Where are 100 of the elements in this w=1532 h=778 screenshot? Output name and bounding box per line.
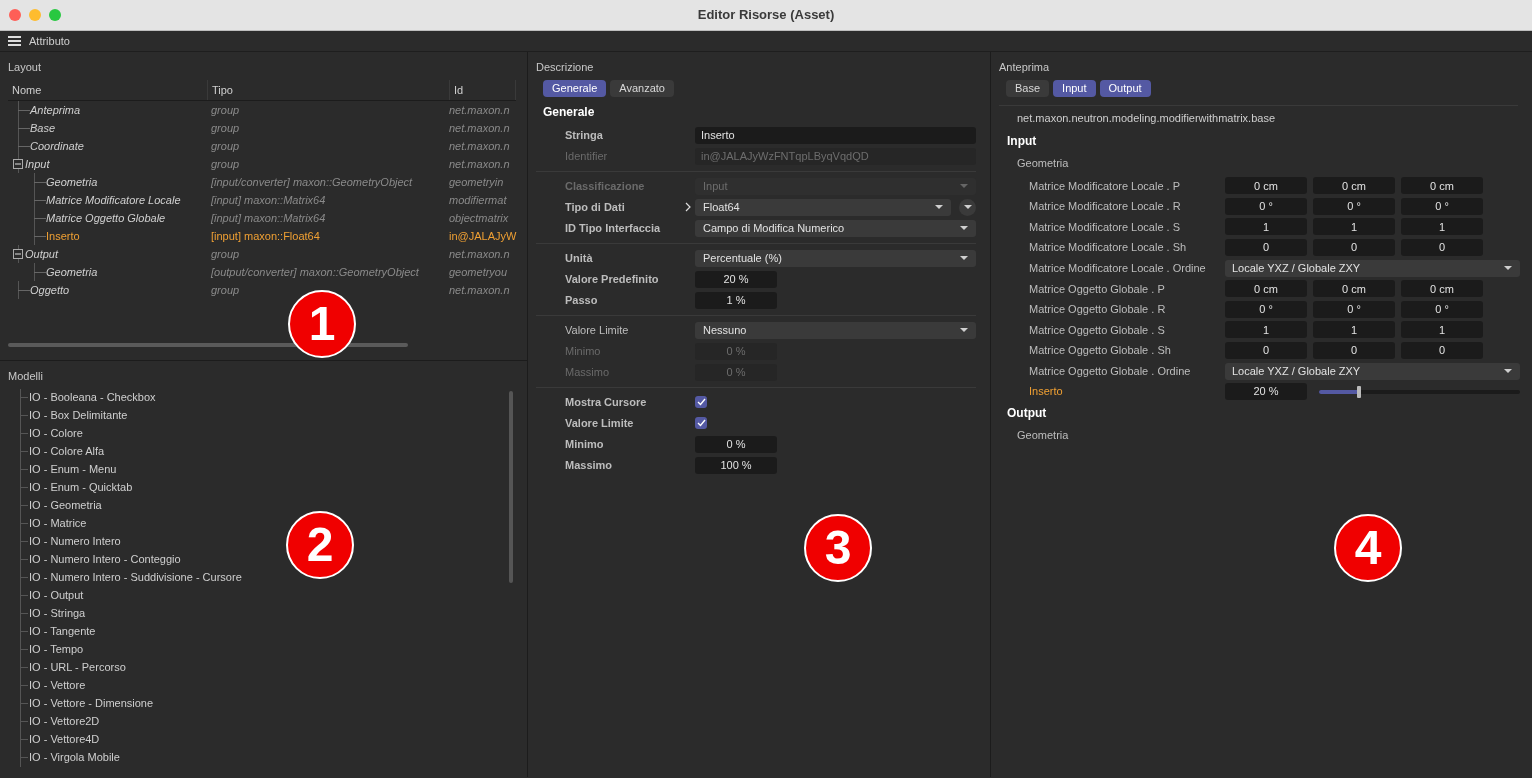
id-cell-text: geometryou bbox=[448, 264, 509, 280]
number-field[interactable]: 0 cm bbox=[1313, 280, 1395, 298]
number-field[interactable]: 0 ° bbox=[1313, 300, 1395, 318]
number-field[interactable]: 0 ° bbox=[1401, 300, 1483, 318]
checkbox[interactable] bbox=[695, 396, 707, 408]
tab[interactable]: Base bbox=[1006, 79, 1050, 97]
collapse-icon[interactable] bbox=[13, 159, 23, 169]
column-header[interactable]: Nome bbox=[8, 79, 208, 100]
field-label: Valore Predefinito bbox=[565, 271, 659, 287]
type-cell-text: [input] maxon::Matrix64 bbox=[210, 192, 327, 208]
tree-item-name[interactable]: Anteprima bbox=[30, 101, 81, 119]
number-field[interactable]: 1 bbox=[1225, 321, 1307, 339]
tree-item-name[interactable]: Inserto bbox=[46, 227, 80, 245]
field-label: Massimo bbox=[565, 457, 613, 473]
id-cell-text: geometryin bbox=[448, 174, 505, 190]
group-label: Geometria bbox=[1017, 157, 1069, 169]
tree-item-name[interactable]: Geometria bbox=[46, 263, 98, 281]
menu-icon[interactable] bbox=[8, 35, 21, 47]
tab[interactable]: Generale bbox=[543, 79, 607, 97]
number-field[interactable]: 1 bbox=[1401, 218, 1483, 236]
number-field[interactable]: 20 % bbox=[695, 270, 777, 288]
menu-button[interactable] bbox=[959, 198, 976, 216]
number-field[interactable]: 1 bbox=[1313, 218, 1395, 236]
menu-label[interactable]: Attributo bbox=[29, 32, 70, 50]
checkbox[interactable] bbox=[695, 417, 707, 429]
tree-item-name[interactable]: Matrice Oggetto Globale bbox=[46, 209, 166, 227]
number-field[interactable]: 0 cm bbox=[1401, 177, 1483, 195]
text-field[interactable]: Inserto bbox=[695, 126, 976, 144]
number-field[interactable]: 0 cm bbox=[1401, 280, 1483, 298]
type-cell-text: [input] maxon::Matrix64 bbox=[210, 210, 327, 226]
number-field[interactable]: 0 cm bbox=[1313, 177, 1395, 195]
caret-icon bbox=[1504, 369, 1512, 374]
column-header[interactable]: Id bbox=[450, 79, 516, 100]
field-label: Minimo bbox=[565, 343, 601, 359]
field-label: Classificazione bbox=[565, 178, 645, 194]
selected-row[interactable]: Inserto [input] maxon::Float64 in@JALAJyW bbox=[8, 227, 516, 245]
slider-thumb[interactable] bbox=[1357, 385, 1362, 398]
number-field[interactable]: 0 % bbox=[695, 435, 777, 453]
tree-item-name[interactable]: Output bbox=[25, 245, 59, 263]
field-label: Matrice Oggetto Globale . S bbox=[1029, 322, 1166, 338]
type-cell-text: group bbox=[210, 138, 241, 154]
field-label: Stringa bbox=[565, 127, 603, 143]
callout-marker: 1 bbox=[288, 290, 356, 358]
callout-marker: 4 bbox=[1334, 514, 1402, 582]
id-cell-text: modifiermat bbox=[448, 192, 508, 208]
number-field[interactable]: 0 ° bbox=[1401, 197, 1483, 215]
type-cell-text: [output/converter] maxon::GeometryObject bbox=[210, 264, 420, 280]
number-field[interactable]: 0 cm bbox=[1225, 177, 1307, 195]
field-label: Inserto bbox=[1029, 384, 1064, 400]
field-label: Matrice Oggetto Globale . Sh bbox=[1029, 343, 1172, 359]
number-field[interactable]: 1 bbox=[1313, 321, 1395, 339]
field-label: Tipo di Dati bbox=[565, 199, 625, 215]
number-field[interactable]: 0 bbox=[1401, 342, 1483, 360]
tab[interactable]: Avanzato bbox=[610, 79, 674, 97]
tree-item-name[interactable]: Input bbox=[25, 155, 50, 173]
tree-item-name[interactable]: Coordinate bbox=[30, 137, 84, 155]
number-field[interactable]: 100 % bbox=[695, 456, 777, 474]
dropdown[interactable]: Locale YXZ / Globale ZXY bbox=[1225, 259, 1520, 277]
number-field[interactable]: 20 % bbox=[1225, 383, 1307, 401]
field-label: Minimo bbox=[565, 436, 604, 452]
tab[interactable]: Input bbox=[1053, 79, 1096, 97]
type-cell-text: group bbox=[210, 102, 241, 118]
scrollbar[interactable] bbox=[509, 391, 513, 583]
dropdown[interactable]: Locale YXZ / Globale ZXY bbox=[1225, 362, 1520, 380]
field-label: ID Tipo Interfaccia bbox=[565, 220, 661, 236]
field-label: Matrice Modificatore Locale . P bbox=[1029, 178, 1181, 194]
number-field[interactable]: 1 % bbox=[695, 291, 777, 309]
number-field[interactable]: 0 bbox=[1313, 239, 1395, 257]
dropdown[interactable]: Float64 bbox=[695, 198, 951, 216]
number-field[interactable]: 0 bbox=[1401, 239, 1483, 257]
number-field[interactable]: 0 ° bbox=[1225, 300, 1307, 318]
check-icon bbox=[696, 419, 706, 427]
dropdown[interactable]: Nessuno bbox=[695, 321, 976, 339]
tree-item-name[interactable]: Base bbox=[30, 119, 56, 137]
number-field[interactable]: 0 cm bbox=[1225, 280, 1307, 298]
column-header[interactable]: Tipo bbox=[208, 79, 450, 100]
tree-item-name[interactable]: Oggetto bbox=[30, 281, 70, 299]
collapse-icon[interactable] bbox=[13, 249, 23, 259]
field-label: Matrice Modificatore Locale . Sh bbox=[1029, 240, 1188, 256]
field-label: Matrice Oggetto Globale . R bbox=[1029, 302, 1167, 318]
tree-item-name[interactable]: Geometria bbox=[46, 173, 98, 191]
chevron-icon[interactable] bbox=[685, 202, 691, 212]
dropdown[interactable]: Percentuale (%) bbox=[695, 249, 976, 267]
number-field[interactable]: 0 bbox=[1225, 342, 1307, 360]
id-cell-text: net.maxon.n bbox=[448, 282, 511, 298]
check-icon bbox=[696, 398, 706, 406]
field-label: Mostra Cursore bbox=[565, 394, 647, 410]
field-label: Identifier bbox=[565, 148, 608, 164]
number-field[interactable]: 0 bbox=[1225, 239, 1307, 257]
number-field[interactable]: 1 bbox=[1401, 321, 1483, 339]
id-cell-text: net.maxon.n bbox=[448, 120, 511, 136]
number-field[interactable]: 0 ° bbox=[1225, 197, 1307, 215]
section-title: Descrizione bbox=[535, 60, 595, 75]
caret-icon bbox=[935, 205, 943, 209]
number-field[interactable]: 0 bbox=[1313, 342, 1395, 360]
tab[interactable]: Output bbox=[1099, 79, 1151, 97]
number-field[interactable]: 0 ° bbox=[1313, 197, 1395, 215]
dropdown[interactable]: Campo di Modifica Numerico bbox=[695, 219, 976, 237]
tree-item-name[interactable]: Matrice Modificatore Locale bbox=[46, 191, 181, 209]
number-field[interactable]: 1 bbox=[1225, 218, 1307, 236]
